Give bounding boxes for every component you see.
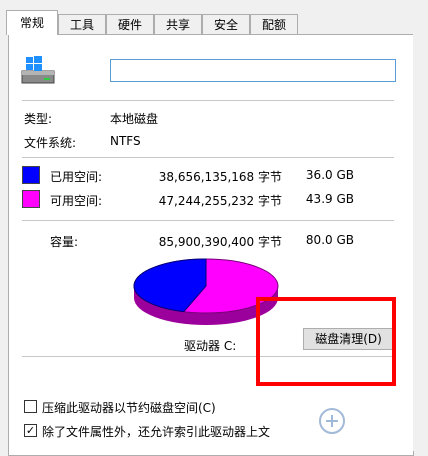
- type-label: 类型:: [24, 112, 53, 126]
- file-system-value: NTFS: [110, 134, 141, 148]
- tab-general[interactable]: 常规: [6, 10, 58, 35]
- free-space-bytes: 47,244,255,232 字节: [158, 194, 282, 208]
- window-edge: [413, 34, 428, 451]
- highlight-box: [256, 297, 396, 386]
- compress-label: 压缩此驱动器以节约磁盘空间(C): [42, 401, 216, 415]
- capacity-size: 80.0 GB: [305, 233, 354, 247]
- capacity-label: 容量:: [50, 235, 79, 249]
- type-value: 本地磁盘: [110, 112, 159, 126]
- file-system-label: 文件系统:: [24, 136, 77, 150]
- used-space-size: 36.0 GB: [305, 168, 354, 182]
- used-space-label: 已用空间:: [50, 170, 103, 184]
- separator: [22, 157, 394, 158]
- used-space-bytes: 38,656,135,168 字节: [158, 170, 282, 184]
- tab-sharing[interactable]: 共享: [154, 14, 202, 34]
- separator: [22, 220, 394, 221]
- index-checkbox[interactable]: ✓: [24, 424, 37, 437]
- tab-quota[interactable]: 配额: [250, 14, 298, 34]
- free-space-swatch: [22, 190, 40, 208]
- compress-checkbox[interactable]: [24, 400, 37, 413]
- tab-hardware[interactable]: 硬件: [106, 14, 154, 34]
- tab-security[interactable]: 安全: [202, 14, 250, 34]
- drive-letter-label: 驱动器 C:: [184, 339, 237, 353]
- used-space-swatch: [22, 166, 40, 184]
- free-space-label: 可用空间:: [50, 194, 103, 208]
- separator: [22, 100, 394, 101]
- drive-name-input[interactable]: [110, 59, 396, 82]
- drive-icon: [21, 56, 55, 84]
- free-space-size: 43.9 GB: [305, 192, 354, 206]
- capacity-bytes: 85,900,390,400 字节: [158, 235, 282, 249]
- tab-tools[interactable]: 工具: [58, 14, 106, 34]
- index-label: 除了文件属性外，还允许索引此驱动器上文: [42, 425, 271, 439]
- tab-bar: 常规 工具 硬件 共享 安全 配额: [0, 10, 428, 35]
